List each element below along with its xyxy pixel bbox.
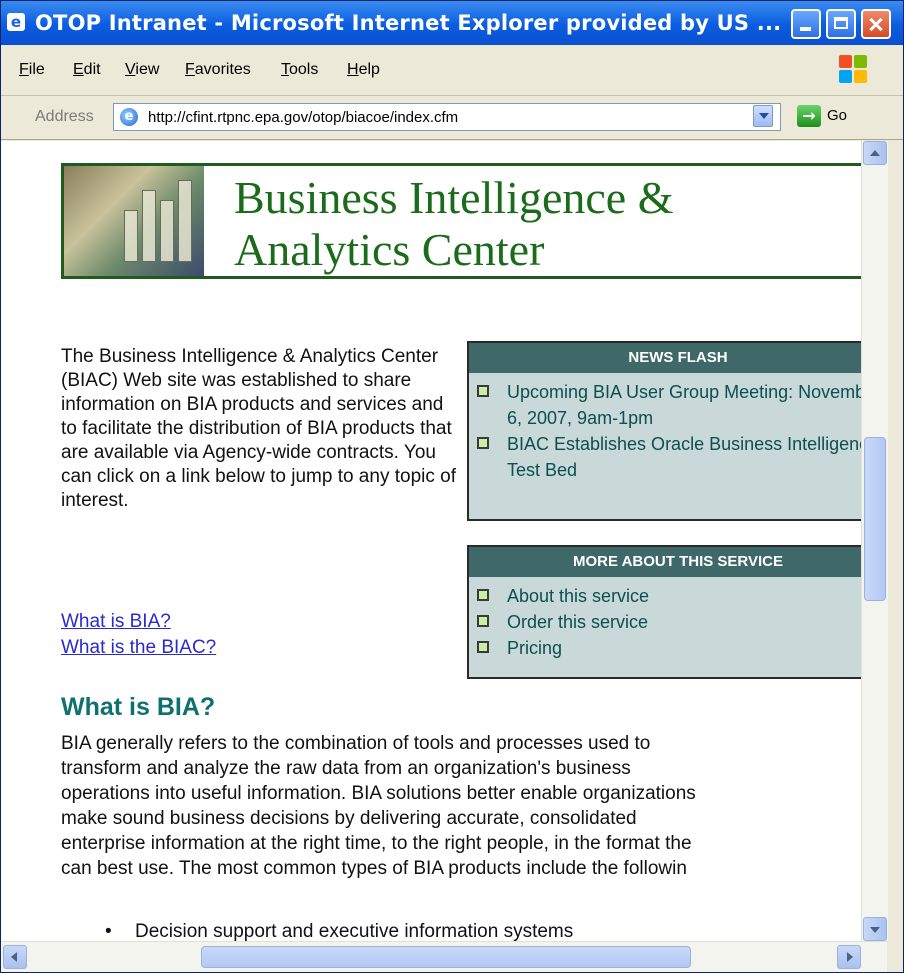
list-item-text: Decision support and executive informati…: [135, 921, 574, 941]
menu-edit[interactable]: Edit: [73, 61, 101, 79]
menu-help[interactable]: Help: [347, 61, 380, 79]
windows-logo-icon: [839, 55, 867, 83]
more-about-title: MORE ABOUT THIS SERVICE: [469, 547, 861, 577]
minimize-button[interactable]: [791, 9, 821, 39]
square-bullet-icon: [477, 385, 489, 397]
intro-text: The Business Intelligence & Analytics Ce…: [61, 346, 456, 511]
go-arrow-icon: →: [797, 105, 821, 127]
scroll-down-button[interactable]: [863, 917, 887, 941]
address-url[interactable]: http://cfint.rtpnc.epa.gov/otop/biacoe/i…: [148, 109, 458, 126]
menu-favorites[interactable]: Favorites: [185, 61, 251, 79]
more-about-item[interactable]: About this service: [469, 583, 861, 609]
section-heading: What is BIA?: [61, 693, 216, 721]
paragraph-line: make sound business decisions by deliver…: [61, 808, 637, 829]
section-paragraph: BIA generally refers to the combination …: [61, 731, 861, 881]
scroll-up-button[interactable]: [863, 141, 887, 165]
more-about-box: MORE ABOUT THIS SERVICE About this servi…: [467, 545, 861, 679]
menu-file[interactable]: File: [19, 61, 45, 79]
vertical-scroll-thumb[interactable]: [864, 437, 886, 601]
square-bullet-icon: [477, 641, 489, 653]
address-label: Address: [35, 108, 94, 125]
more-about-item-text[interactable]: Pricing: [507, 638, 562, 658]
close-button[interactable]: [861, 9, 891, 39]
go-label: Go: [827, 107, 848, 124]
list-item: Decision support and executive informati…: [105, 921, 573, 941]
paragraph-line: operations into useful information. BIA …: [61, 783, 696, 804]
square-bullet-icon: [477, 589, 489, 601]
scroll-right-button[interactable]: [837, 945, 861, 969]
scroll-left-button[interactable]: [3, 945, 27, 969]
paragraph-line: enterprise information at the right time…: [61, 833, 692, 854]
banner-title: Business Intelligence & Analytics Center: [234, 172, 673, 276]
menu-view[interactable]: View: [125, 61, 159, 79]
menu-tools[interactable]: Tools: [281, 61, 318, 79]
square-bullet-icon: [477, 437, 489, 449]
menu-bar: File Edit View Favorites Tools Help: [1, 47, 903, 96]
more-about-item[interactable]: Order this service: [469, 609, 861, 635]
news-item[interactable]: BIAC Establishes Oracle Business Intelli…: [469, 431, 861, 483]
horizontal-scrollbar[interactable]: [1, 941, 887, 972]
link-what-is-bia[interactable]: What is BIA?: [61, 611, 171, 633]
banner-chart-image: [64, 166, 204, 276]
news-item[interactable]: Upcoming BIA User Group Meeting: Novembe…: [469, 379, 861, 431]
paragraph-line: transform and analyze the raw data from …: [61, 758, 631, 779]
horizontal-scroll-thumb[interactable]: [201, 946, 691, 968]
title-bar[interactable]: e OTOP Intranet - Microsoft Internet Exp…: [1, 1, 903, 45]
paragraph-line: can best use. The most common types of B…: [61, 858, 687, 879]
go-button[interactable]: → Go: [797, 104, 857, 130]
more-about-item-text[interactable]: Order this service: [507, 612, 648, 632]
banner-title-line2: Analytics Center: [234, 224, 545, 275]
link-what-is-biac[interactable]: What is the BIAC?: [61, 637, 216, 659]
site-banner: Business Intelligence & Analytics Center: [61, 163, 861, 279]
address-dropdown-button[interactable]: [753, 105, 773, 127]
resize-corner: [887, 941, 903, 972]
news-item-text[interactable]: Upcoming BIA User Group Meeting: Novembe…: [507, 382, 861, 428]
page-viewport: Business Intelligence & Analytics Center…: [1, 141, 861, 941]
window-title: OTOP Intranet - Microsoft Internet Explo…: [35, 11, 782, 35]
ie-page-icon: e: [120, 108, 138, 126]
news-flash-title: NEWS FLASH: [469, 343, 861, 373]
news-item-text[interactable]: BIAC Establishes Oracle Business Intelli…: [507, 434, 861, 480]
vertical-scrollbar[interactable]: [861, 141, 888, 941]
news-flash-box: NEWS FLASH Upcoming BIA User Group Meeti…: [467, 341, 861, 521]
address-bar: Address e http://cfint.rtpnc.epa.gov/oto…: [1, 97, 903, 140]
paragraph-line: BIA generally refers to the combination …: [61, 733, 651, 754]
address-input[interactable]: e http://cfint.rtpnc.epa.gov/otop/biacoe…: [113, 103, 781, 131]
ie-page-icon: e: [7, 13, 25, 31]
banner-title-line1: Business Intelligence &: [234, 172, 674, 223]
maximize-button[interactable]: [826, 9, 856, 39]
square-bullet-icon: [477, 615, 489, 627]
more-about-item-text[interactable]: About this service: [507, 586, 649, 606]
more-about-item[interactable]: Pricing: [469, 635, 861, 661]
browser-window: e OTOP Intranet - Microsoft Internet Exp…: [0, 0, 904, 973]
